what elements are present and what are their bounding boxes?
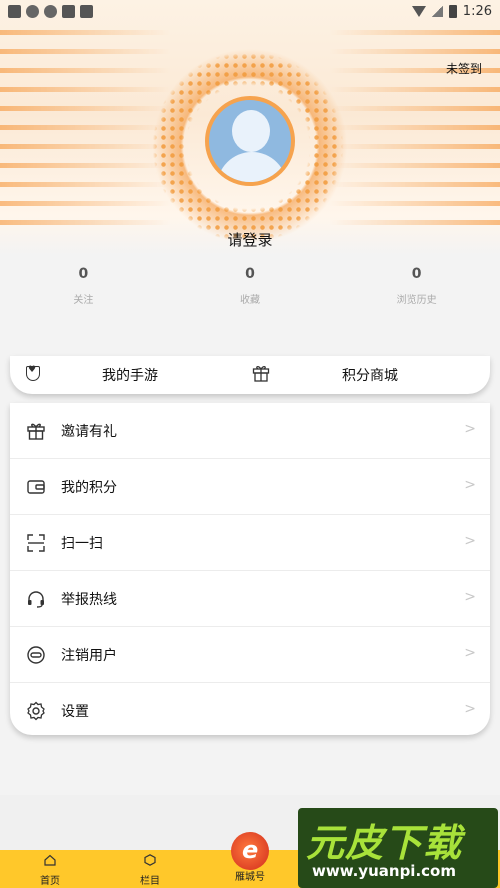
settings-menu: 邀请有礼 > 我的积分 > 扫一扫 > 举报热线 > 注销用户 > 设置 > xyxy=(10,403,490,735)
login-link[interactable]: 请登录 xyxy=(0,229,500,250)
tab-label: 雁城号 xyxy=(235,872,265,883)
stat-value: 0 xyxy=(245,266,255,282)
scan-icon xyxy=(27,533,45,552)
clock: 1:26 xyxy=(462,3,492,19)
image-icon xyxy=(62,4,75,18)
tab-label: 首页 xyxy=(40,876,60,887)
menu-item-label: 举报热线 xyxy=(61,591,117,608)
text-icon xyxy=(80,4,93,18)
signal-icon xyxy=(431,5,443,17)
decor-rays-left xyxy=(0,30,170,230)
wallet-icon xyxy=(27,479,45,494)
stat-value: 0 xyxy=(78,266,89,282)
points-mall-button[interactable]: 积分商城 xyxy=(250,356,490,394)
chevron-right-icon: > xyxy=(464,533,476,549)
gift-icon xyxy=(27,423,45,440)
my-games-button[interactable]: 我的手游 xyxy=(10,356,250,394)
menu-item-scan[interactable]: 扫一扫 > xyxy=(10,515,490,571)
chevron-right-icon: > xyxy=(464,701,476,717)
stat-label: 关注 xyxy=(73,295,94,306)
stats-row: 0 关注 0 收藏 0 浏览历史 xyxy=(0,266,500,306)
menu-item-settings[interactable]: 设置 > xyxy=(10,683,490,738)
sync-icon xyxy=(26,4,39,18)
notification-icons xyxy=(8,4,93,18)
quick-actions-bar: 我的手游 积分商城 xyxy=(10,356,490,394)
tab-columns[interactable]: 栏目 xyxy=(100,850,200,888)
headset-icon xyxy=(28,590,44,608)
menu-item-deactivate[interactable]: 注销用户 > xyxy=(10,627,490,683)
watermark-overlay: 元皮下载 www.yuanpi.com xyxy=(298,808,498,888)
stat-history[interactable]: 0 浏览历史 xyxy=(333,266,500,306)
sync-icon-2 xyxy=(44,4,57,18)
stat-favorites[interactable]: 0 收藏 xyxy=(167,266,334,306)
menu-item-label: 设置 xyxy=(61,703,89,720)
menu-item-label: 扫一扫 xyxy=(61,535,103,552)
link-icon xyxy=(27,645,45,664)
status-bar: 1:26 xyxy=(0,0,500,22)
menu-item-points[interactable]: 我的积分 > xyxy=(10,459,490,515)
chevron-right-icon: > xyxy=(464,589,476,605)
tab-home[interactable]: 首页 xyxy=(0,850,100,888)
chevron-right-icon: > xyxy=(464,645,476,661)
home-icon xyxy=(44,854,56,866)
app-notification-icon xyxy=(8,4,21,18)
my-games-label: 我的手游 xyxy=(102,368,158,384)
watermark-url: www.yuanpi.com xyxy=(312,862,456,880)
brand-logo-icon[interactable] xyxy=(231,832,269,870)
chevron-right-icon: > xyxy=(464,421,476,437)
watermark-title: 元皮下载 xyxy=(306,821,463,865)
gear-icon xyxy=(27,701,45,720)
stat-follow[interactable]: 0 关注 xyxy=(0,266,167,306)
menu-item-label: 邀请有礼 xyxy=(61,423,117,440)
menu-item-label: 注销用户 xyxy=(61,647,117,664)
checkin-button[interactable]: 未签到 xyxy=(446,60,482,77)
wifi-icon xyxy=(411,5,426,17)
battery-icon xyxy=(448,4,457,18)
hexagon-icon xyxy=(144,854,156,866)
tab-label: 栏目 xyxy=(140,876,160,887)
profile-header: 未签到 请登录 xyxy=(0,0,500,255)
menu-item-report-hotline[interactable]: 举报热线 > xyxy=(10,571,490,627)
stat-value: 0 xyxy=(411,266,422,282)
chevron-right-icon: > xyxy=(464,477,476,493)
menu-item-label: 我的积分 xyxy=(61,479,117,496)
stat-label: 收藏 xyxy=(240,295,260,306)
points-mall-label: 积分商城 xyxy=(342,368,398,384)
stat-label: 浏览历史 xyxy=(396,295,437,306)
avatar[interactable] xyxy=(205,96,295,186)
menu-item-invite[interactable]: 邀请有礼 > xyxy=(10,403,490,459)
